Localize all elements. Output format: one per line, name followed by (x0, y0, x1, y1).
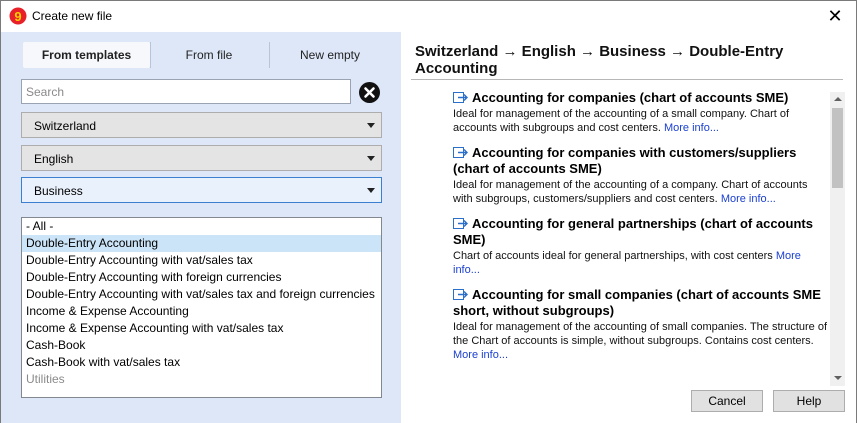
language-select[interactable]: English (21, 145, 382, 171)
template-title: Accounting for general partnerships (cha… (453, 216, 813, 247)
help-button[interactable]: Help (773, 390, 845, 412)
template-title: Accounting for companies with customers/… (453, 145, 797, 176)
dropdown-arrow-icon (367, 156, 375, 161)
cancel-button[interactable]: Cancel (691, 390, 763, 412)
open-template-arrow-icon (453, 289, 468, 300)
category-select-value: Business (34, 184, 83, 198)
template-description: Chart of accounts ideal for general part… (453, 249, 827, 277)
list-item[interactable]: Cash-Book (22, 337, 381, 354)
template-description-text: Chart of accounts ideal for general part… (453, 250, 773, 262)
template-description: Ideal for management of the accounting o… (453, 178, 827, 206)
banana-logo-icon: 9 (9, 7, 27, 25)
list-item[interactable]: Income & Expense Accounting with vat/sal… (22, 320, 381, 337)
template-description: Ideal for management of the accounting o… (453, 107, 827, 135)
template-result: Accounting for companies with customers/… (453, 145, 827, 206)
template-filter-panel: From templates From file New empty Switz… (1, 32, 401, 423)
open-template-arrow-icon (453, 218, 468, 229)
open-template-arrow-icon (453, 92, 468, 103)
tab-from-templates[interactable]: From templates (23, 42, 150, 68)
svg-text:9: 9 (14, 9, 21, 24)
template-title: Accounting for companies (chart of accou… (472, 90, 789, 105)
template-result: Accounting for general partnerships (cha… (453, 216, 827, 277)
language-select-value: English (34, 152, 74, 166)
list-item[interactable]: Cash-Book with vat/sales tax (22, 354, 381, 371)
template-description-text: Ideal for management of the accounting o… (453, 108, 790, 134)
dropdown-arrow-icon (367, 123, 375, 128)
open-template-arrow-icon (453, 147, 468, 158)
list-item[interactable]: Double-Entry Accounting with foreign cur… (22, 269, 381, 286)
title-bar: 9 Create new file ✕ (1, 1, 856, 32)
scroll-down-arrow-icon[interactable] (830, 371, 845, 386)
list-item[interactable]: Double-Entry Accounting (22, 235, 381, 252)
template-title: Accounting for small companies (chart of… (453, 287, 821, 318)
template-result: Accounting for small companies (chart of… (453, 287, 827, 362)
create-new-file-dialog: 9 Create new file ✕ From templates From … (0, 0, 857, 423)
more-info-link[interactable]: More info... (721, 193, 776, 205)
results-scrollbar[interactable] (830, 92, 845, 386)
list-item[interactable]: Income & Expense Accounting (22, 303, 381, 320)
search-input[interactable] (22, 80, 350, 103)
template-result: Accounting for companies (chart of accou… (453, 90, 827, 135)
template-type-list[interactable]: - All - Double-Entry Accounting Double-E… (21, 217, 382, 398)
list-item[interactable]: Utilities (22, 371, 381, 388)
template-results-panel: Switzerland → English → Business → Doubl… (401, 32, 856, 423)
more-info-link[interactable]: More info... (664, 122, 719, 134)
template-description: Ideal for management of the accounting o… (453, 320, 827, 362)
clear-search-button[interactable] (359, 82, 380, 103)
country-select[interactable]: Switzerland (21, 112, 382, 138)
template-title-link[interactable]: Accounting for companies with customers/… (453, 145, 827, 177)
scroll-thumb[interactable] (832, 108, 843, 188)
clear-circle-x-icon (364, 87, 375, 98)
dropdown-arrow-icon (367, 188, 375, 193)
category-select[interactable]: Business (21, 177, 382, 203)
template-results-list: Accounting for companies (chart of accou… (453, 90, 827, 382)
window-title: Create new file (32, 9, 113, 23)
search-box (21, 79, 351, 104)
list-item[interactable]: Double-Entry Accounting with vat/sales t… (22, 286, 381, 303)
template-title-link[interactable]: Accounting for small companies (chart of… (453, 287, 827, 319)
tab-from-file[interactable]: From file (151, 42, 267, 68)
more-info-link[interactable]: More info... (453, 349, 508, 361)
list-item[interactable]: Double-Entry Accounting with vat/sales t… (22, 252, 381, 269)
template-description-text: Ideal for management of the accounting o… (453, 321, 827, 347)
list-item[interactable]: - All - (22, 218, 381, 235)
template-title-link[interactable]: Accounting for companies (chart of accou… (453, 90, 827, 106)
breadcrumb: Switzerland → English → Business → Doubl… (415, 43, 784, 77)
tab-new-empty[interactable]: New empty (271, 42, 389, 68)
divider (411, 79, 843, 80)
scroll-up-arrow-icon[interactable] (830, 92, 845, 107)
tab-divider (269, 42, 270, 68)
country-select-value: Switzerland (34, 119, 97, 133)
close-icon[interactable]: ✕ (824, 5, 846, 27)
template-title-link[interactable]: Accounting for general partnerships (cha… (453, 216, 827, 248)
